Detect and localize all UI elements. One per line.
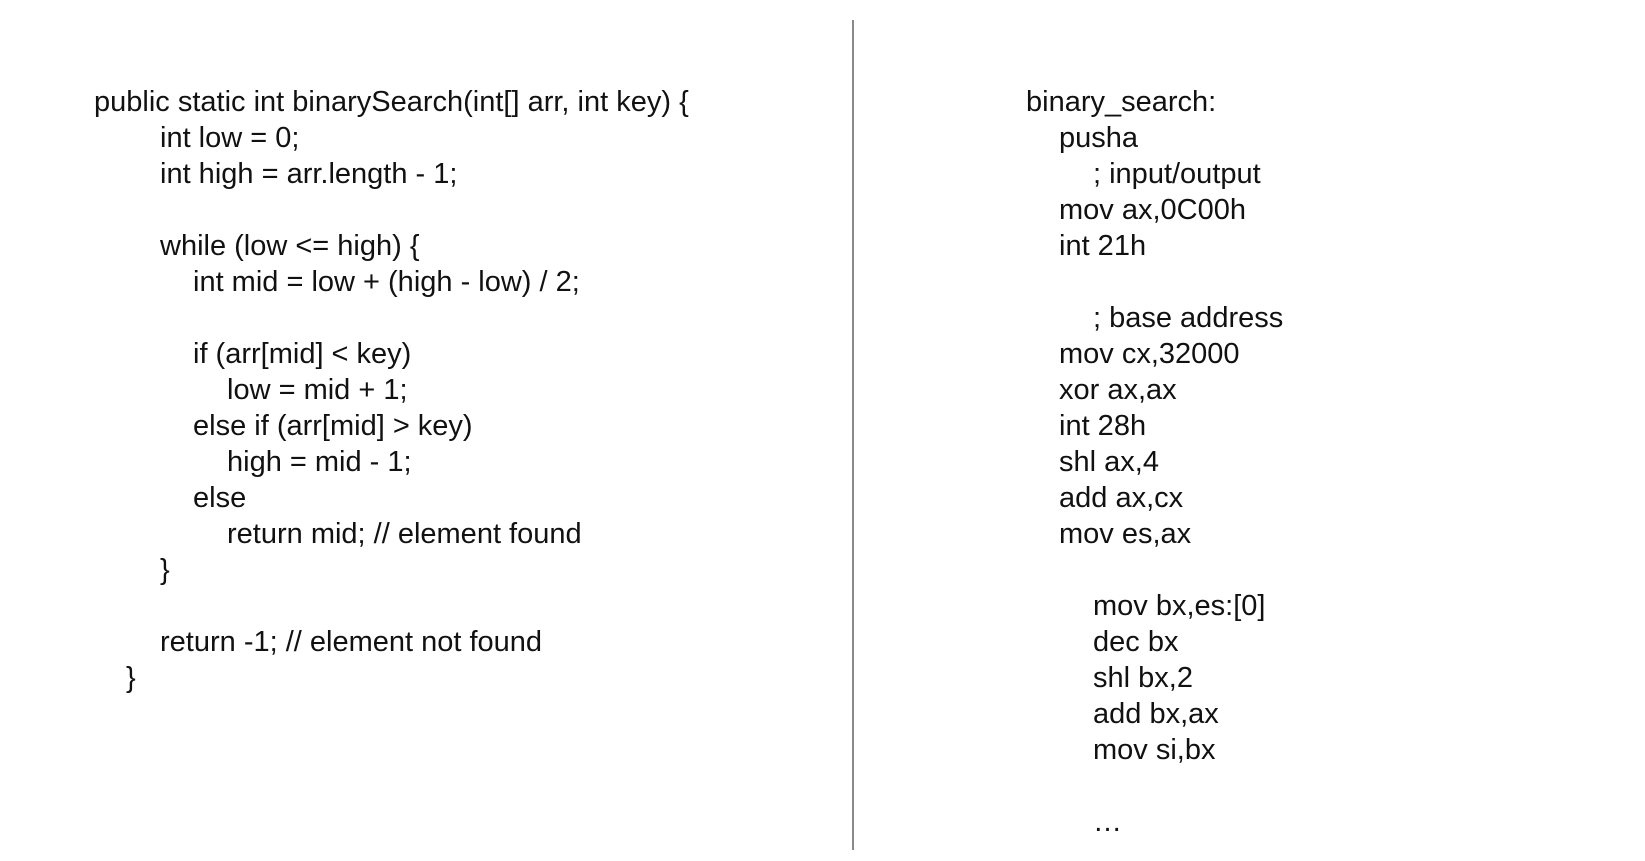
java-line-10: else (193, 482, 247, 514)
asm-line-7: mov cx,32000 (1059, 338, 1240, 370)
java-line-8: else if (arr[mid] > key) (193, 410, 473, 442)
java-line-1: public static int binarySearch(int[] arr… (94, 86, 689, 118)
java-line-6: if (arr[mid] < key) (193, 338, 412, 370)
java-line-2: int low = 0; (160, 122, 300, 154)
asm-line-1: binary_search: (1026, 86, 1217, 118)
java-line-12: } (160, 554, 170, 586)
asm-line-15: shl bx,2 (1093, 662, 1193, 694)
assembly-code-panel: binary_search: pusha ; input/output mov … (854, 0, 1645, 861)
asm-line-10: shl ax,4 (1059, 446, 1159, 478)
asm-line-13: mov bx,es:[0] (1093, 590, 1266, 622)
java-line-4: while (low <= high) { (160, 230, 420, 262)
java-code-panel: public static int binarySearch(int[] arr… (0, 0, 852, 861)
asm-line-11: add ax,cx (1059, 482, 1184, 514)
asm-line-14: dec bx (1093, 626, 1179, 658)
asm-line-8: xor ax,ax (1059, 374, 1177, 406)
asm-line-4: mov ax,0C00h (1059, 194, 1246, 226)
asm-line-17: mov si,bx (1093, 734, 1216, 766)
java-line-11: return mid; // element found (227, 518, 582, 550)
asm-line-16: add bx,ax (1093, 698, 1219, 730)
asm-line-6: ; base address (1093, 302, 1284, 334)
java-line-5: int mid = low + (high - low) / 2; (193, 266, 580, 298)
asm-line-9: int 28h (1059, 410, 1147, 442)
asm-line-3: ; input/output (1093, 158, 1261, 190)
asm-line-12: mov es,ax (1059, 518, 1192, 550)
asm-line-5: int 21h (1059, 230, 1147, 262)
java-line-14: } (126, 662, 136, 694)
asm-line-18: … (1093, 806, 1122, 838)
java-line-7: low = mid + 1; (227, 374, 408, 406)
asm-line-2: pusha (1059, 122, 1139, 154)
java-line-9: high = mid - 1; (227, 446, 412, 478)
java-line-3: int high = arr.length - 1; (160, 158, 458, 190)
java-line-13: return -1; // element not found (160, 626, 543, 658)
